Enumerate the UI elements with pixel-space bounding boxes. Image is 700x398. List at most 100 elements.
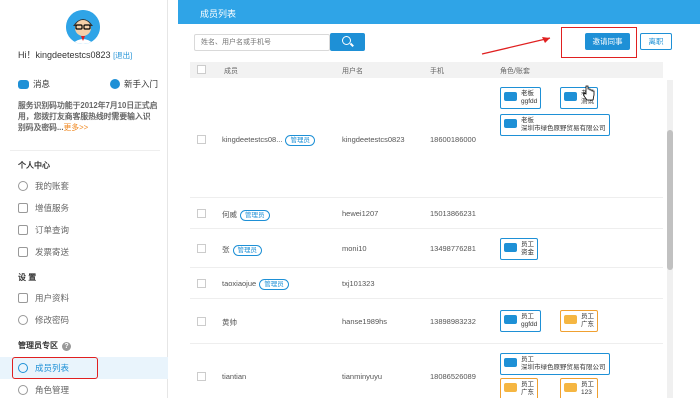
menu-profile[interactable]: 用户资料 [18,292,69,304]
member-list-highlight [12,357,98,379]
personal-title: 个人中心 [18,161,50,170]
sidebar: Hi！kingdeetestcs0823 [退出] 消息 新手入门 服务识别码功… [0,0,168,398]
row-checkbox[interactable] [197,244,206,253]
select-all-checkbox[interactable] [197,65,206,74]
table-row[interactable]: 何威 管理员 hewei1207 15013866231 [190,199,663,229]
phone-cell: 15013866231 [430,209,476,218]
admin-title: 管理员专区? [18,340,71,351]
scrollbar-thumb[interactable] [667,130,673,270]
member-name: 张 [222,245,230,254]
newbie-label: 新手入门 [123,79,158,89]
menu-orders[interactable]: 订单查询 [18,224,69,236]
menu-label: 修改密码 [35,315,70,325]
car-icon [504,119,517,128]
member-name: kingdeetestcs08... [222,135,283,144]
notice-more-link[interactable]: 更多>> [63,123,88,132]
table-row[interactable]: taoxiaojue 管理员 txj101323 [190,269,663,299]
row-checkbox[interactable] [197,279,206,288]
order-icon [18,225,28,235]
menu-label: 增值服务 [35,203,70,213]
menu-role-management[interactable]: 角色管理 [18,384,69,396]
role-chip[interactable]: 员工 资金 [500,238,538,260]
menu-password[interactable]: 修改密码 [18,314,69,326]
send-icon [18,247,28,257]
divider [10,150,160,151]
rocket-icon [109,79,120,89]
role-name: 老板 [521,90,534,97]
role-name: 员工 [521,356,534,363]
row-checkbox[interactable] [197,209,206,218]
role-chip[interactable]: 员工 123 [560,378,598,398]
phone-cell: 13498776281 [430,244,476,253]
table-row[interactable]: 张管理员 moni10 13498776281 员工 资金 [190,230,663,268]
settings-title: 设 置 [18,273,37,282]
row-checkbox[interactable] [197,135,206,144]
search-input[interactable] [194,34,330,51]
car-icon [504,383,517,392]
account-name: 深圳市绿色原野贸易有限公司 [521,125,606,132]
menu-label: 角色管理 [35,385,70,395]
account-name: 深圳市绿色原野贸易有限公司 [521,364,606,371]
role-name: 员工 [521,381,534,388]
phone-cell: 18086526089 [430,372,476,381]
menu-label: 我的账套 [35,181,70,191]
member-name: 何威 [222,210,237,219]
admin-badge: 管理员 [285,135,315,146]
phone-cell: 18600186000 [430,135,476,144]
greeting-text: Hi！kingdeetestcs0823 [18,50,111,60]
username-cell: hanse1989hs [342,317,388,326]
table-row[interactable]: 黄帅 hanse1989hs 13898983232 员工 ggfdd 员工 广东 [190,300,663,344]
help-icon[interactable]: ? [62,342,71,351]
table-row[interactable]: tiantian tianminyuyu 18086526089 员工 深圳市绿色… [190,345,663,398]
search-icon-handle [350,42,354,47]
member-name: tiantian [222,372,247,381]
newbie-link[interactable]: 新手入门 [109,78,158,90]
messages-link[interactable]: 消息 [18,78,50,90]
avatar[interactable] [66,10,100,44]
resign-button[interactable]: 离职 [640,33,672,50]
annotation-arrow [481,37,551,55]
role-chip[interactable]: 员工 广东 [560,310,598,332]
admin-title-text: 管理员专区 [18,341,58,350]
username-cell: hewei1207 [342,209,379,218]
column-header: 成员 [224,68,238,75]
role-chip[interactable]: 老板 深圳市绿色原野贸易有限公司 [500,114,610,136]
car-icon [504,315,517,324]
car-icon [564,92,577,101]
role-chip[interactable]: 老板 ggfdd [500,87,542,109]
account-name: ggfdd [521,98,538,105]
column-header: 手机 [430,68,444,75]
heart-icon [18,203,28,213]
table-scrollbar[interactable] [667,80,673,398]
greeting: Hi！kingdeetestcs0823 [退出] [18,50,158,61]
username-cell: txj101323 [342,279,375,288]
role-chip[interactable]: 员工 广东 [500,378,538,398]
car-icon [564,315,577,324]
role-chip[interactable]: 员工 深圳市绿色原野贸易有限公司 [500,353,610,375]
menu-value-added[interactable]: 增值服务 [18,202,69,214]
table-header: 成员 用户名 手机 角色/账套 [190,62,663,78]
username-cell: moni10 [342,244,367,253]
role-name: 员工 [581,381,594,388]
lock-icon [18,315,28,325]
member-name: taoxiaojue [222,279,257,288]
chat-icon [18,79,29,89]
row-checkbox[interactable] [197,372,206,381]
page-title: 成员列表 [200,9,237,19]
menu-my-accounts[interactable]: 我的账套 [18,180,69,192]
username-cell: kingdeetestcs0823 [342,135,405,144]
menu-label: 订单查询 [35,225,70,235]
search-button[interactable] [330,33,365,51]
user-icon [18,181,28,191]
menu-label: 发票寄送 [35,247,70,257]
role-icon [18,385,28,395]
menu-invoice[interactable]: 发票寄送 [18,246,69,258]
row-checkbox[interactable] [197,317,206,326]
role-chip[interactable]: 员工 ggfdd [500,310,542,332]
notice-text: 服务识别码功能于2012年7月10日正式启用，您拨打友商客服热线时需要输入识别码… [18,100,158,133]
role-name: 员工 [581,313,594,320]
logout-link[interactable]: [退出] [113,51,132,60]
profile-icon [18,293,28,303]
quick-links: 消息 新手入门 [18,78,158,90]
invite-colleague-button[interactable]: 邀请同事 [585,33,630,50]
